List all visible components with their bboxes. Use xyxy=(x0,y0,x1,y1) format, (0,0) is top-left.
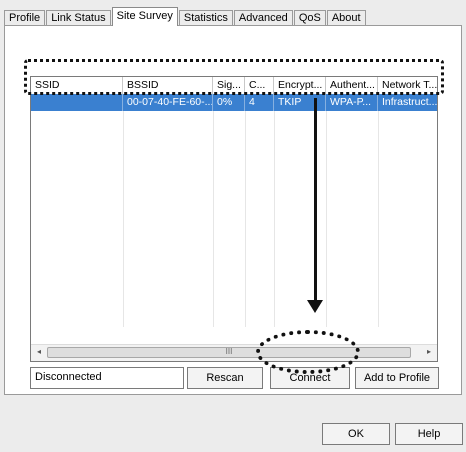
cell-authentication: WPA-P... xyxy=(326,94,378,111)
cell-channel: 4 xyxy=(245,94,274,111)
cell-signal: 0% xyxy=(213,94,245,111)
cell-encryption: TKIP xyxy=(274,94,326,111)
column-divider xyxy=(274,111,275,327)
dialog-footer: OK Help xyxy=(0,398,466,452)
tab-site-survey[interactable]: Site Survey xyxy=(111,7,178,26)
column-header-signal[interactable]: Sig... xyxy=(213,77,245,94)
help-button[interactable]: Help xyxy=(395,423,463,445)
column-divider xyxy=(378,111,379,327)
column-header-ssid[interactable]: SSID xyxy=(31,77,123,94)
tab-link-status[interactable]: Link Status xyxy=(46,10,111,26)
scroll-left-icon[interactable]: ◂ xyxy=(33,347,45,356)
rescan-button[interactable]: Rescan xyxy=(187,367,263,389)
site-survey-panel: SSID BSSID Sig... C... Encrypt... Authen… xyxy=(4,25,462,395)
tab-advanced[interactable]: Advanced xyxy=(233,10,293,26)
network-list[interactable]: SSID BSSID Sig... C... Encrypt... Authen… xyxy=(30,76,438,362)
column-header-network-type[interactable]: Network T... xyxy=(378,77,437,94)
tab-qos[interactable]: QoS xyxy=(293,10,326,26)
column-divider xyxy=(326,111,327,327)
cell-bssid: 00-07-40-FE-60-... xyxy=(123,94,213,111)
column-header-channel[interactable]: C... xyxy=(245,77,274,94)
tab-about[interactable]: About xyxy=(326,10,366,26)
column-divider xyxy=(213,111,214,327)
arrow-down-icon xyxy=(307,300,323,313)
connect-button[interactable]: Connect xyxy=(270,367,350,389)
add-to-profile-button[interactable]: Add to Profile xyxy=(355,367,439,389)
connection-status: Disconnected xyxy=(30,367,184,389)
scrollbar-grip: III xyxy=(225,347,233,356)
ok-button[interactable]: OK xyxy=(322,423,390,445)
horizontal-scrollbar[interactable]: ◂ III ▸ xyxy=(31,344,437,361)
tab-profile[interactable]: Profile xyxy=(4,10,46,26)
column-header-authentication[interactable]: Authent... xyxy=(326,77,378,94)
column-divider xyxy=(245,111,246,327)
scroll-right-icon[interactable]: ▸ xyxy=(423,347,435,356)
cell-ssid xyxy=(31,94,123,111)
cell-network-type: Infrastruct... xyxy=(382,96,437,108)
tab-statistics[interactable]: Statistics xyxy=(178,10,233,26)
scrollbar-thumb[interactable]: III xyxy=(47,347,411,358)
table-row[interactable]: 00-07-40-FE-60-... 0% 4 TKIP WPA-P... In… xyxy=(31,94,437,111)
column-divider xyxy=(123,111,124,327)
column-header-bssid[interactable]: BSSID xyxy=(123,77,213,94)
arrow-annotation-shaft xyxy=(314,98,317,303)
column-header-encryption[interactable]: Encrypt... xyxy=(274,77,326,94)
list-header: SSID BSSID Sig... C... Encrypt... Authen… xyxy=(31,77,437,94)
tab-bar: Profile Link Status Site Survey Statisti… xyxy=(4,6,367,26)
